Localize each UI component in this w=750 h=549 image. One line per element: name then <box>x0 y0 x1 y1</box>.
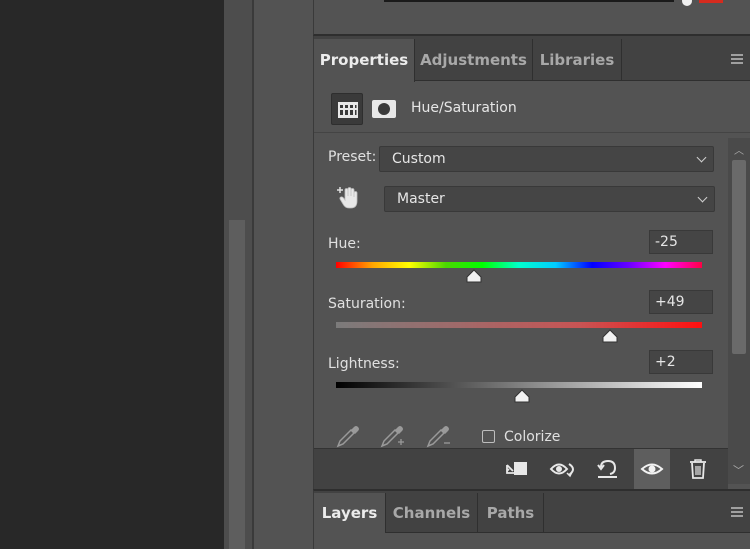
collapsed-panel-column <box>254 0 314 549</box>
layers-panel: Layers Channels Paths <box>313 489 750 549</box>
upper-panel-slider-knob[interactable] <box>682 0 692 6</box>
saturation-slider-thumb[interactable] <box>602 328 618 343</box>
scroll-down-arrow-icon[interactable]: ﹀ <box>733 462 744 478</box>
lightness-value-field[interactable]: +2 <box>649 350 713 374</box>
preset-value: Custom <box>392 151 446 167</box>
saturation-value-field[interactable]: +49 <box>649 290 713 314</box>
canvas-scrollbar[interactable] <box>229 220 245 549</box>
clip-to-layer-icon[interactable] <box>500 449 536 489</box>
layer-mask-icon[interactable] <box>368 93 400 125</box>
hue-value-field[interactable]: -25 <box>649 230 713 254</box>
hue-slider-thumb[interactable] <box>466 268 482 283</box>
properties-bottom-bar <box>314 448 728 489</box>
reset-icon[interactable] <box>590 449 626 489</box>
lightness-label: Lightness: <box>328 356 400 372</box>
document-canvas[interactable] <box>0 0 224 549</box>
upper-panel <box>313 0 750 36</box>
view-previous-state-icon[interactable] <box>546 449 582 489</box>
properties-panel: Properties Adjustments Libraries Hue/Sat… <box>313 36 750 489</box>
chevron-down-icon <box>696 152 707 163</box>
tab-libraries[interactable]: Libraries <box>533 39 622 81</box>
channel-dropdown[interactable]: Master <box>384 186 715 212</box>
hue-label: Hue: <box>328 236 361 252</box>
visibility-eye-icon[interactable] <box>634 449 670 489</box>
tab-channels[interactable]: Channels <box>386 493 478 533</box>
tab-properties[interactable]: Properties <box>314 39 415 82</box>
chevron-down-icon <box>697 192 708 203</box>
preset-dropdown[interactable]: Custom <box>379 146 714 172</box>
delete-icon[interactable] <box>680 449 716 489</box>
lightness-slider-thumb[interactable] <box>514 388 530 403</box>
upper-panel-slider-track <box>384 0 674 2</box>
hue-saturation-adjustment-icon[interactable] <box>331 93 363 125</box>
properties-tabbar: Properties Adjustments Libraries <box>314 36 750 82</box>
scroll-up-arrow-icon[interactable]: ︿ <box>734 142 744 157</box>
upper-panel-color-indicator <box>699 0 723 3</box>
colorize-label: Colorize <box>504 429 561 445</box>
eyedropper-plus-icon[interactable] <box>378 422 408 448</box>
channel-value: Master <box>397 191 445 207</box>
tab-layers[interactable]: Layers <box>314 493 386 533</box>
saturation-slider-track[interactable] <box>336 322 702 328</box>
colorize-checkbox[interactable] <box>482 430 495 443</box>
eyedropper-minus-icon[interactable] <box>424 422 454 448</box>
eyedropper-icon[interactable] <box>334 422 362 448</box>
targeted-adjustment-hand-icon[interactable] <box>334 184 362 212</box>
panel-menu-icon[interactable] <box>731 507 743 517</box>
panel-menu-icon[interactable] <box>731 54 743 64</box>
hue-slider-track[interactable] <box>336 262 702 268</box>
saturation-label: Saturation: <box>328 296 406 312</box>
layers-tabbar: Layers Channels Paths <box>314 491 750 533</box>
tab-paths[interactable]: Paths <box>478 493 544 533</box>
properties-scrollbar[interactable]: ︿ ﹀ <box>728 138 750 484</box>
header-separator <box>314 132 750 133</box>
scroll-thumb[interactable] <box>732 160 746 354</box>
adjustment-title: Hue/Saturation <box>411 100 517 116</box>
tab-adjustments[interactable]: Adjustments <box>415 39 533 81</box>
preset-label: Preset: <box>328 149 377 165</box>
